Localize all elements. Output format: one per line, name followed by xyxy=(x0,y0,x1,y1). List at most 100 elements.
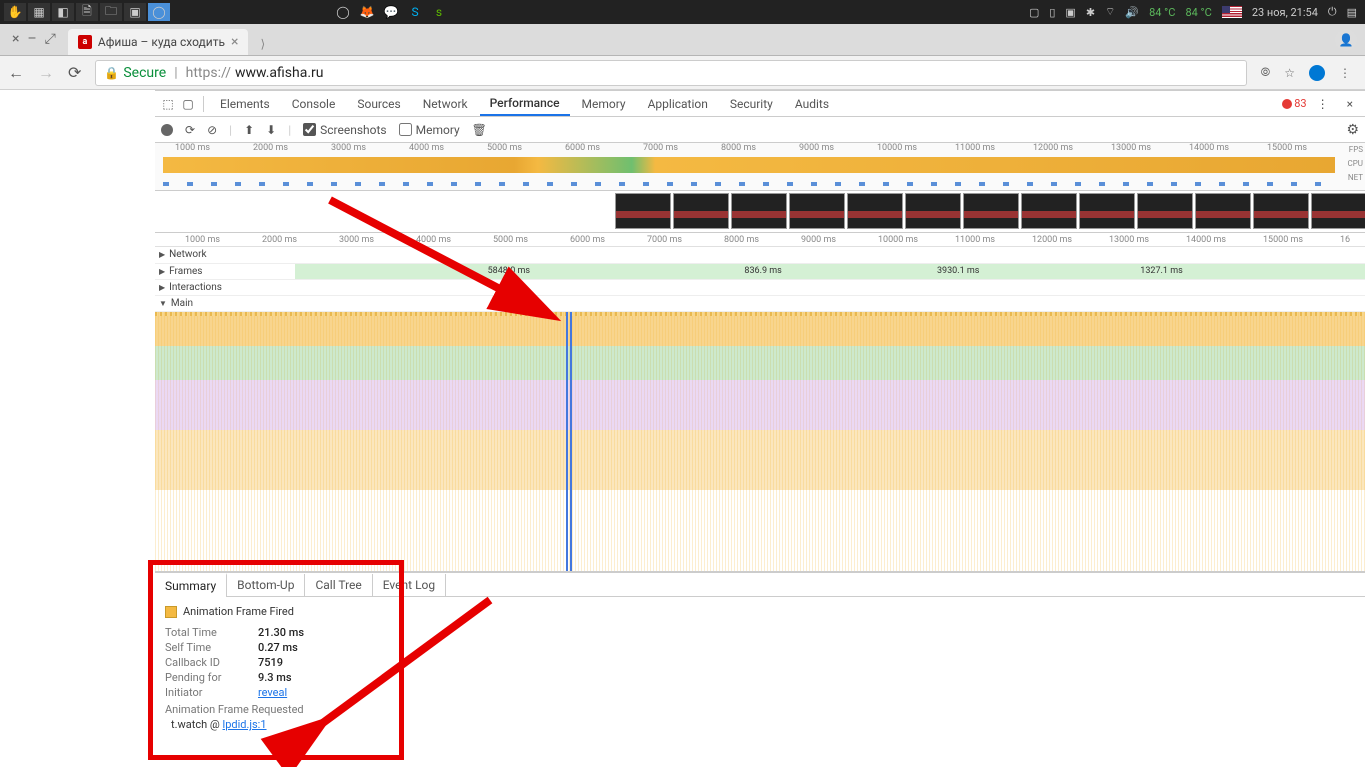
screenshots-checkbox[interactable]: Screenshots xyxy=(303,123,386,137)
url-host: www.afisha.ru xyxy=(235,65,323,81)
load-profile-button[interactable]: ⬆ xyxy=(244,123,254,137)
cpu-temp-2: 84 °C xyxy=(1185,6,1211,19)
stat-value: 7519 xyxy=(258,656,283,669)
screenshot-thumb[interactable] xyxy=(731,193,787,229)
files-icon[interactable]: 🗀 xyxy=(100,3,122,21)
perf-settings-icon[interactable]: ⚙ xyxy=(1346,122,1359,138)
screenshot-thumb[interactable] xyxy=(789,193,845,229)
volume-icon[interactable]: 🔊 xyxy=(1125,6,1139,19)
wifi-icon[interactable]: ⌔ xyxy=(1105,5,1115,19)
reload-button[interactable]: ⟳ xyxy=(68,63,81,82)
selection-marker[interactable] xyxy=(566,312,572,571)
whatsapp-icon[interactable]: 💬 xyxy=(380,3,402,21)
perf-timeline[interactable]: 1000 ms2000 ms3000 ms4000 ms5000 ms6000 … xyxy=(155,233,1365,767)
tab-sources[interactable]: Sources xyxy=(347,93,410,115)
overview-ruler: 1000 ms2000 ms3000 ms4000 ms5000 ms6000 … xyxy=(155,143,1365,155)
inspect-element-icon[interactable]: ⬚ xyxy=(159,95,177,113)
stack-fn: t.watch xyxy=(171,718,207,731)
track-interactions[interactable]: Interactions xyxy=(155,280,1365,296)
screenshot-thumb[interactable] xyxy=(615,193,671,229)
skype-icon[interactable]: S xyxy=(404,3,426,21)
save-profile-button[interactable]: ⬇ xyxy=(266,123,276,137)
track-network[interactable]: Network xyxy=(155,247,1365,263)
screenshot-thumb[interactable] xyxy=(1137,193,1193,229)
clear-button[interactable]: ⊘ xyxy=(207,123,217,137)
stat-key: Pending for xyxy=(165,671,250,684)
translate-icon[interactable]: ⦾ xyxy=(1261,65,1271,80)
battery-icon[interactable]: ▯ xyxy=(1049,6,1055,19)
bookmark-star-icon[interactable]: ☆ xyxy=(1284,66,1295,80)
tab-application[interactable]: Application xyxy=(638,93,718,115)
browser-menu-icon[interactable]: ⋮ xyxy=(1339,66,1351,80)
editor-icon[interactable]: 🗎 xyxy=(76,3,98,21)
address-bar[interactable]: 🔒 Secure | https://www.afisha.ru xyxy=(95,60,1246,86)
tab-event-log[interactable]: Event Log xyxy=(373,574,446,596)
chrome-icon[interactable]: ◯ xyxy=(332,3,354,21)
overview-net xyxy=(163,182,1335,186)
tab-title: Афиша – куда сходить xyxy=(98,35,225,49)
stat-key: Total Time xyxy=(165,626,250,639)
screenshot-thumb[interactable] xyxy=(905,193,961,229)
back-button[interactable]: ← xyxy=(8,63,24,83)
initiator-reveal-link[interactable]: reveal xyxy=(258,686,287,699)
screenshot-thumb[interactable] xyxy=(963,193,1019,229)
tab-performance[interactable]: Performance xyxy=(480,92,570,116)
panel-menu-icon[interactable]: ▤ xyxy=(1347,6,1357,19)
window-max-icon[interactable]: ⤢ xyxy=(45,31,56,47)
screenshot-thumb[interactable] xyxy=(1021,193,1077,229)
tab-close-icon[interactable]: × xyxy=(231,34,238,50)
new-tab-button[interactable]: ⟩ xyxy=(252,33,273,55)
calc-icon[interactable]: ▦ xyxy=(28,3,50,21)
gc-button[interactable]: 🗑 xyxy=(472,123,487,137)
tab-call-tree[interactable]: Call Tree xyxy=(305,574,372,596)
screenshot-strip[interactable] xyxy=(155,191,1365,233)
chrome-task-icon[interactable]: ◯ xyxy=(148,3,170,21)
memory-checkbox[interactable]: Memory xyxy=(399,123,460,137)
profile-avatar-icon[interactable]: 👤 xyxy=(1335,29,1357,51)
perf-overview[interactable]: 1000 ms2000 ms3000 ms4000 ms5000 ms6000 … xyxy=(155,143,1365,191)
stack-source-link[interactable]: lpdid.js:1 xyxy=(223,718,267,731)
screenshot-thumb[interactable] xyxy=(847,193,903,229)
monitor-icon[interactable]: ◧ xyxy=(52,3,74,21)
terminal-icon[interactable]: ▣ xyxy=(124,3,146,21)
tray-terminal-icon[interactable]: ▣ xyxy=(1065,6,1075,19)
reload-record-button[interactable]: ⟳ xyxy=(185,123,195,137)
bluetooth-icon[interactable]: ✱ xyxy=(1086,6,1095,19)
error-count[interactable]: 83 xyxy=(1282,97,1306,110)
screenshot-thumb[interactable] xyxy=(1253,193,1309,229)
tab-audits[interactable]: Audits xyxy=(785,93,839,115)
keyboard-layout-flag[interactable] xyxy=(1222,6,1242,18)
tab-bottom-up[interactable]: Bottom-Up xyxy=(227,574,305,596)
screenshot-thumb[interactable] xyxy=(1195,193,1251,229)
tab-security[interactable]: Security xyxy=(720,93,783,115)
track-main[interactable]: Main xyxy=(155,296,1365,312)
window-close-icon[interactable]: × xyxy=(12,31,19,47)
track-frames[interactable]: Frames 5848.0 ms 836.9 ms 3930.1 ms 1327… xyxy=(155,264,1365,280)
stat-value: 9.3 ms xyxy=(258,671,292,684)
flame-chart[interactable] xyxy=(155,312,1365,572)
browser-tab[interactable]: a Афиша – куда сходить × xyxy=(68,29,249,55)
tablet-icon[interactable]: ▢ xyxy=(1029,6,1039,19)
screenshot-thumb[interactable] xyxy=(1311,193,1365,229)
firefox-icon[interactable]: 🦊 xyxy=(356,3,378,21)
tab-summary[interactable]: Summary xyxy=(155,573,227,597)
url-protocol: https:// xyxy=(186,65,231,81)
tab-favicon: a xyxy=(78,35,92,49)
extension-icon[interactable] xyxy=(1309,65,1325,81)
tab-elements[interactable]: Elements xyxy=(210,93,280,115)
tab-memory[interactable]: Memory xyxy=(572,93,636,115)
slack-icon[interactable]: s xyxy=(428,3,450,21)
cpu-temp-1: 84 °C xyxy=(1149,6,1175,19)
overview-label-net: NET xyxy=(1348,171,1363,185)
screenshot-thumb[interactable] xyxy=(1079,193,1135,229)
devtools-close-icon[interactable]: × xyxy=(1339,97,1361,111)
window-min-icon[interactable]: – xyxy=(27,31,36,47)
launcher-icon[interactable]: ✋ xyxy=(4,3,26,21)
devtools-menu-icon[interactable]: ⋮ xyxy=(1309,97,1337,111)
tab-console[interactable]: Console xyxy=(282,93,346,115)
device-toggle-icon[interactable]: ▢ xyxy=(179,95,197,113)
power-icon[interactable]: ⏻ xyxy=(1328,5,1337,19)
screenshot-thumb[interactable] xyxy=(673,193,729,229)
tab-network[interactable]: Network xyxy=(413,93,478,115)
record-button[interactable] xyxy=(161,124,173,136)
